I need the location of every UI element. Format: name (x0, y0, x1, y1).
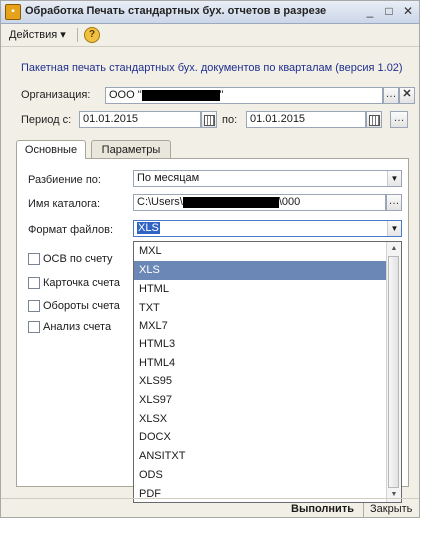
tab-parameters[interactable]: Параметры (91, 140, 171, 158)
dropdown-scrollbar[interactable]: ▲ ▼ (386, 242, 401, 502)
tab-main[interactable]: Основные (16, 140, 86, 159)
format-dropdown-list[interactable]: MXL XLS HTML TXT MXL7 HTML3 HTML4 XLS95 … (133, 241, 402, 503)
checkbox-box[interactable] (28, 277, 40, 290)
format-option-selected[interactable]: XLS (134, 261, 387, 280)
period-to-calendar-button[interactable] (366, 111, 382, 128)
split-label: Разбиение по: (28, 174, 101, 186)
description-text: Пакетная печать стандартных бух. докумен… (21, 62, 403, 74)
calendar-icon (369, 115, 380, 126)
format-option[interactable]: DOCX (134, 428, 387, 447)
format-option[interactable]: TXT (134, 299, 387, 318)
catalog-field[interactable]: C:\Users\ \000 (133, 194, 386, 211)
organization-select-button[interactable]: … (383, 87, 399, 104)
catalog-label: Имя каталога: (28, 198, 101, 210)
format-option[interactable]: MXL7 (134, 317, 387, 336)
app-icon: ▪ (5, 4, 21, 20)
close-button[interactable]: Закрыть (370, 503, 412, 515)
catalog-browse-button[interactable]: … (386, 194, 402, 211)
format-combobox[interactable]: XLS ▼ (133, 220, 402, 237)
minimize-icon[interactable]: _ (362, 4, 378, 19)
command-separator (363, 503, 364, 517)
redacted-block (182, 196, 279, 208)
redacted-block (141, 89, 220, 101)
format-label: Формат файлов: (28, 224, 114, 236)
checkbox-osv[interactable]: ОСВ по счету (28, 253, 113, 266)
scroll-up-icon[interactable]: ▲ (387, 242, 401, 256)
period-select-button[interactable]: … (390, 111, 408, 128)
format-option[interactable]: ODS (134, 466, 387, 485)
dropdown-arrow-icon[interactable]: ▼ (387, 221, 401, 236)
command-bar: Выполнить Закрыть (1, 498, 419, 520)
format-option[interactable]: HTML (134, 280, 387, 299)
checkbox-account-analysis[interactable]: Анализ счета (28, 321, 111, 334)
help-icon[interactable]: ? (84, 27, 100, 43)
checkbox-box[interactable] (28, 321, 40, 334)
checkbox-box[interactable] (28, 253, 40, 266)
window-title: Обработка Печать стандартных бух. отчето… (25, 5, 327, 17)
menu-bar: Действия ▾ ? (1, 24, 419, 47)
title-bar: ▪ Обработка Печать стандартных бух. отче… (1, 1, 419, 24)
run-button[interactable]: Выполнить (291, 503, 354, 515)
format-option[interactable]: XLS97 (134, 391, 387, 410)
format-option[interactable]: XLS95 (134, 372, 387, 391)
format-option[interactable]: HTML3 (134, 335, 387, 354)
organization-label: Организация: (21, 89, 91, 101)
period-from-label: Период с: (21, 114, 72, 126)
format-option[interactable]: ANSITXT (134, 447, 387, 466)
split-combobox[interactable]: По месяцам ▼ (133, 170, 402, 187)
period-to-label: по: (222, 114, 238, 126)
dropdown-arrow-icon[interactable]: ▼ (387, 171, 401, 186)
close-icon[interactable]: ✕ (400, 4, 416, 19)
maximize-icon[interactable]: □ (381, 4, 397, 19)
format-option[interactable]: MXL (134, 242, 387, 261)
dropdown-arrow-icon: ▾ (60, 29, 66, 41)
actions-menu[interactable]: Действия ▾ (9, 28, 66, 41)
period-to-field[interactable]: 01.01.2015 (246, 111, 366, 128)
checkbox-account-turnover[interactable]: Обороты счета (28, 300, 120, 313)
menu-separator (77, 28, 78, 42)
calendar-icon (204, 115, 215, 126)
organization-clear-icon[interactable]: ✕ (399, 87, 415, 104)
checkbox-box[interactable] (28, 300, 40, 313)
checkbox-account-card[interactable]: Карточка счета (28, 277, 120, 290)
period-from-field[interactable]: 01.01.2015 (79, 111, 201, 128)
format-option[interactable]: XLSX (134, 410, 387, 429)
organization-field[interactable]: ООО " " (105, 87, 383, 104)
format-option[interactable]: HTML4 (134, 354, 387, 373)
processing-window: ▪ Обработка Печать стандартных бух. отче… (0, 0, 420, 518)
period-from-calendar-button[interactable] (201, 111, 217, 128)
scroll-thumb[interactable] (388, 256, 399, 488)
